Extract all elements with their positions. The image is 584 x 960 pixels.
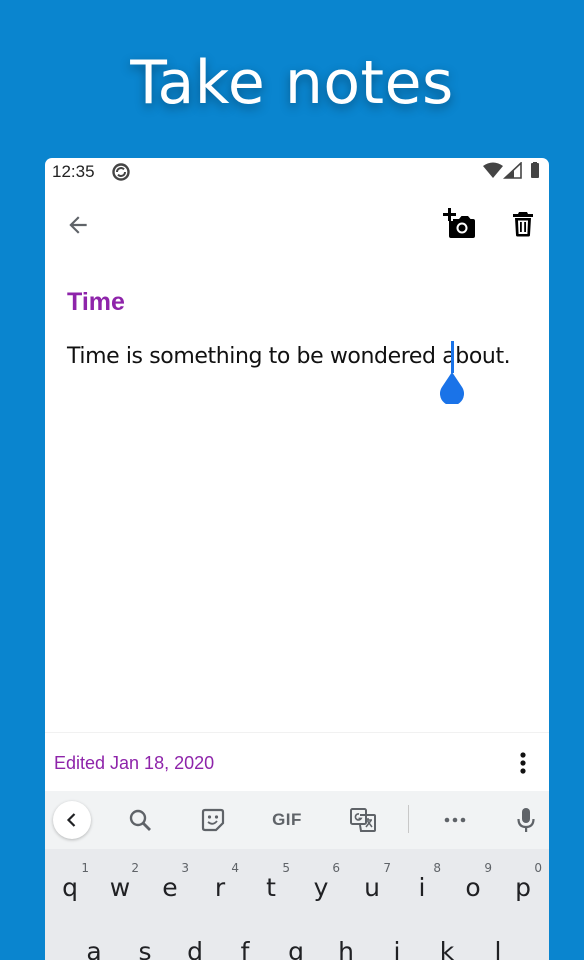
- microphone-icon: [517, 808, 535, 832]
- key-k[interactable]: k: [422, 925, 472, 960]
- chevron-left-icon: [66, 813, 76, 827]
- status-time: 12:35: [52, 162, 95, 181]
- key-g[interactable]: g: [271, 925, 321, 960]
- battery-icon: [531, 162, 539, 178]
- keyboard-gif-button[interactable]: GIF: [265, 803, 309, 837]
- signal-icon: [502, 161, 522, 179]
- back-arrow-icon: [69, 216, 87, 234]
- key-d[interactable]: d: [170, 925, 220, 960]
- keyboard: GIF 1 q 2 w 3 e 4 r 5 t 6 y 7 u 8 i 9 o …: [45, 791, 549, 960]
- key-s[interactable]: s: [120, 925, 170, 960]
- more-horizontal-icon: [444, 817, 466, 823]
- keyboard-collapse-button[interactable]: [53, 801, 91, 839]
- key-f[interactable]: f: [220, 925, 270, 960]
- key-o[interactable]: 9 o: [448, 861, 498, 911]
- search-icon: [129, 809, 151, 831]
- translate-icon: [350, 808, 376, 832]
- more-options-button[interactable]: [511, 749, 535, 777]
- status-icons: [481, 161, 543, 180]
- keyboard-search-button[interactable]: [123, 803, 157, 837]
- sticker-icon: [201, 808, 225, 832]
- key-r[interactable]: 4 r: [195, 861, 245, 911]
- cursor-handle[interactable]: [439, 372, 465, 406]
- note-footer: Edited Jan 18, 2020: [45, 732, 549, 790]
- wifi-icon: [483, 162, 503, 178]
- key-y[interactable]: 6 y: [296, 861, 346, 911]
- keyboard-translate-button[interactable]: [346, 803, 380, 837]
- keyboard-more-button[interactable]: [437, 803, 473, 837]
- key-e[interactable]: 3 e: [145, 861, 195, 911]
- trash-icon: [513, 212, 533, 237]
- key-i[interactable]: 8 i: [397, 861, 447, 911]
- status-bar: 12:35: [45, 158, 549, 186]
- promo-headline: Take notes: [130, 48, 454, 118]
- key-t[interactable]: 5 t: [246, 861, 296, 911]
- add-photo-icon: [443, 208, 475, 238]
- key-l[interactable]: l: [473, 925, 523, 960]
- key-u[interactable]: 7 u: [347, 861, 397, 911]
- key-q[interactable]: 1 q: [45, 861, 95, 911]
- key-a[interactable]: a: [69, 925, 119, 960]
- key-j[interactable]: j: [372, 925, 422, 960]
- key-w[interactable]: 2 w: [95, 861, 145, 911]
- keyboard-mic-button[interactable]: [511, 803, 541, 837]
- key-h[interactable]: h: [321, 925, 371, 960]
- toolbar-divider: [408, 805, 409, 833]
- note-title[interactable]: Time: [67, 288, 125, 317]
- text-cursor: [451, 341, 454, 373]
- note-body[interactable]: Time is something to be wondered about.: [67, 344, 511, 369]
- phone-screen: 12:35 Time Time is something to be wonde…: [45, 158, 549, 960]
- back-button[interactable]: [61, 208, 95, 242]
- app-bar: [45, 198, 549, 254]
- key-p[interactable]: 0 p: [498, 861, 548, 911]
- keyboard-sticker-button[interactable]: [196, 803, 230, 837]
- sync-icon: [111, 162, 131, 182]
- edited-timestamp: Edited Jan 18, 2020: [54, 753, 215, 773]
- more-vertical-icon: [520, 752, 526, 774]
- keyboard-toolbar: GIF: [45, 791, 549, 849]
- delete-button[interactable]: [506, 207, 540, 241]
- add-photo-button[interactable]: [439, 206, 479, 242]
